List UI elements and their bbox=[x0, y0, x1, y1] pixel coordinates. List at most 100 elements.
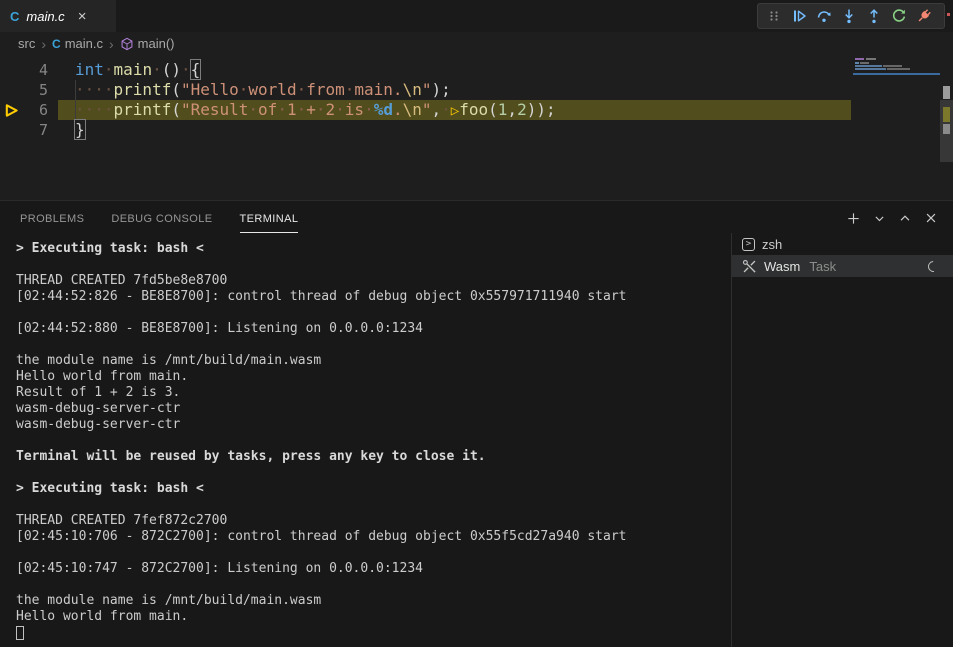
token: ); bbox=[431, 80, 450, 99]
terminal-line bbox=[16, 305, 722, 321]
token: 2 bbox=[517, 100, 527, 119]
token: %d bbox=[374, 100, 393, 119]
terminal-output[interactable]: > Executing task: bash < THREAD CREATED 7… bbox=[16, 241, 722, 641]
breadcrumb-label: main() bbox=[138, 36, 175, 51]
terminal-line: [02:45:10:706 - 872C2700]: control threa… bbox=[16, 529, 722, 545]
token: 1 bbox=[498, 100, 508, 119]
token: is bbox=[345, 100, 364, 119]
token: int bbox=[75, 60, 104, 79]
terminal-line: Hello world from main. bbox=[16, 369, 722, 385]
breadcrumb-separator: › bbox=[39, 36, 48, 52]
terminal-line: wasm-debug-server-ctr bbox=[16, 401, 722, 417]
terminal-list-item-zsh[interactable]: > zsh bbox=[732, 233, 953, 255]
code-line-5[interactable]: 5 ····printf("Hello·world·from·main.\n"); bbox=[0, 80, 953, 100]
tab-main-c[interactable]: C main.c × bbox=[0, 0, 116, 32]
breadcrumb-item-mainc[interactable]: Cmain.c bbox=[52, 36, 103, 51]
terminal-line: THREAD CREATED 7fd5be8e8700 bbox=[16, 273, 722, 289]
terminal-line: Result of 1 + 2 is 3. bbox=[16, 385, 722, 401]
c-file-icon: C bbox=[52, 37, 61, 51]
terminal-icon: > bbox=[742, 238, 755, 251]
terminal-list-item-wasm[interactable]: Wasm Task bbox=[732, 255, 953, 277]
token: of bbox=[258, 100, 277, 119]
tools-icon bbox=[742, 259, 757, 274]
token: printf bbox=[114, 80, 172, 99]
terminal-line: [02:45:10:747 - 872C2700]: Listening on … bbox=[16, 561, 722, 577]
code-text: int·main·()·{ bbox=[75, 60, 200, 80]
terminal-line: > Executing task: bash < bbox=[16, 241, 722, 257]
token: ( bbox=[488, 100, 498, 119]
minimap[interactable] bbox=[853, 57, 940, 77]
token: ( bbox=[171, 80, 181, 99]
panel-tab-terminal[interactable]: TERMINAL bbox=[240, 205, 299, 233]
token: } bbox=[75, 120, 85, 139]
overview-mark bbox=[943, 124, 950, 134]
editor-tab-bar: C main.c × bbox=[0, 0, 953, 32]
toolbar-edge-dot bbox=[947, 13, 950, 16]
terminal-line: wasm-debug-server-ctr bbox=[16, 417, 722, 433]
token: \n bbox=[403, 100, 422, 119]
breadcrumb-separator: › bbox=[107, 36, 116, 52]
token: )); bbox=[527, 100, 556, 119]
token: · bbox=[335, 100, 345, 119]
token: () bbox=[162, 60, 181, 79]
terminal-line: Terminal will be reused by tasks, press … bbox=[16, 449, 722, 465]
terminal-item-label: zsh bbox=[762, 237, 782, 252]
new-terminal-button[interactable] bbox=[843, 208, 863, 228]
line-number: 5 bbox=[0, 80, 48, 100]
drag-handle-icon[interactable] bbox=[761, 5, 786, 27]
code-line-6[interactable]: 6····printf("Result·of·1·+·2·is·%d.\n",·… bbox=[0, 100, 953, 120]
breadcrumb-item-main[interactable]: main() bbox=[120, 36, 175, 51]
token: ( bbox=[171, 100, 181, 119]
step-over-button[interactable] bbox=[811, 5, 836, 27]
terminal-line: Hello world from main. bbox=[16, 609, 722, 625]
terminal-cursor bbox=[16, 626, 24, 640]
token: "Hello bbox=[181, 80, 239, 99]
terminal-line: [02:44:52:826 - BE8E8700]: control threa… bbox=[16, 289, 722, 305]
close-panel-button[interactable] bbox=[921, 208, 941, 228]
terminal-item-label: Wasm bbox=[764, 259, 800, 274]
code-text: ····printf("Hello·world·from·main.\n"); bbox=[75, 80, 451, 100]
breadcrumb-label: main.c bbox=[65, 36, 103, 51]
step-out-button[interactable] bbox=[861, 5, 886, 27]
breadcrumb-label: src bbox=[18, 36, 35, 51]
panel-header: PROBLEMS DEBUG CONSOLE TERMINAL bbox=[0, 204, 953, 234]
terminal-tabs-list: > zsh Wasm Task bbox=[731, 233, 953, 647]
code-editor[interactable]: 4int·main·()·{5····printf("Hello·world·f… bbox=[0, 55, 953, 200]
panel-tab-problems[interactable]: PROBLEMS bbox=[20, 205, 84, 233]
token: · bbox=[277, 100, 287, 119]
token: , bbox=[432, 100, 442, 119]
continue-button[interactable] bbox=[786, 5, 811, 27]
editor-scrollbar[interactable] bbox=[940, 55, 953, 200]
line-number: 4 bbox=[0, 60, 48, 80]
terminal-line bbox=[16, 545, 722, 561]
restart-button[interactable] bbox=[886, 5, 911, 27]
token: · bbox=[316, 100, 326, 119]
close-tab-icon[interactable]: × bbox=[78, 9, 87, 24]
terminal-dropdown-button[interactable] bbox=[869, 208, 889, 228]
code-line-7[interactable]: 7} bbox=[0, 120, 953, 140]
panel-tab-debug-console[interactable]: DEBUG CONSOLE bbox=[111, 205, 212, 233]
token: · bbox=[441, 100, 451, 119]
debug-toolbar bbox=[757, 3, 945, 29]
token: main bbox=[114, 60, 153, 79]
disconnect-button[interactable] bbox=[911, 5, 936, 27]
token: , bbox=[507, 100, 517, 119]
code-line-4[interactable]: 4int·main·()·{ bbox=[0, 60, 953, 80]
task-badge: Task bbox=[809, 259, 836, 274]
token: · bbox=[364, 100, 374, 119]
step-into-button[interactable] bbox=[836, 5, 861, 27]
token: · bbox=[152, 60, 162, 79]
terminal-line: > Executing task: bash < bbox=[16, 481, 722, 497]
token: · bbox=[181, 60, 191, 79]
terminal-line bbox=[16, 433, 722, 449]
line-number: 6 bbox=[0, 100, 48, 120]
line-number: 7 bbox=[0, 120, 48, 140]
token: " bbox=[422, 100, 432, 119]
token: "Result bbox=[181, 100, 248, 119]
token: ···· bbox=[75, 100, 114, 119]
terminal-line bbox=[16, 337, 722, 353]
token: printf bbox=[114, 100, 172, 119]
maximize-panel-button[interactable] bbox=[895, 208, 915, 228]
breadcrumb: src › Cmain.c › main() bbox=[0, 32, 953, 55]
breadcrumb-item-src[interactable]: src bbox=[18, 36, 35, 51]
